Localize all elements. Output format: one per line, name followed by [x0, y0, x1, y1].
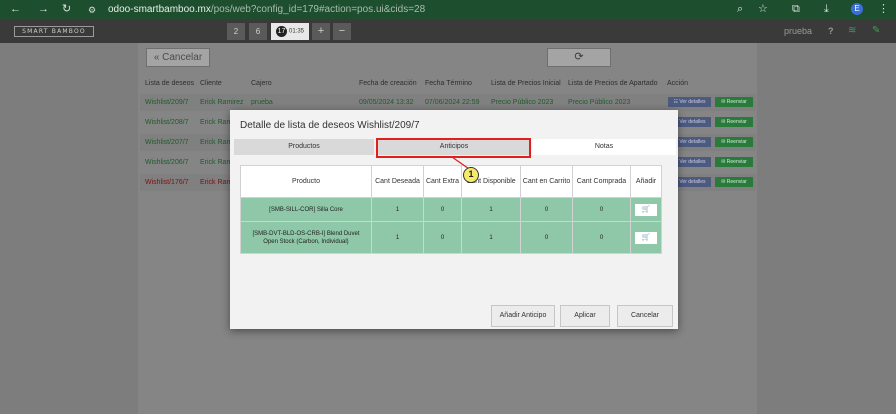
remove-order-button[interactable]: − [333, 23, 351, 40]
browser-toolbar: ← → ↻ ⚙ odoo-smartbamboo.mx/pos/web?conf… [0, 0, 896, 20]
back-arrow-icon[interactable]: ← [10, 3, 21, 16]
refresh-button[interactable]: ⟳ [547, 48, 611, 67]
qty-available: 1 [461, 221, 521, 254]
dialog-title: Detalle de lista de deseos Wishlist/209/… [240, 120, 420, 131]
col-wanted: Cant Deseada [371, 165, 424, 198]
order-time: 01:35 [288, 28, 304, 35]
row-client: Erick Ramirez [200, 99, 244, 106]
order-tab-6[interactable]: 6 [249, 23, 267, 40]
dialog-footer: Añadir Anticipo Aplicar Cancelar [230, 296, 678, 329]
header-client: Cliente [200, 80, 222, 87]
resend-button[interactable]: ✉ Reenviar [715, 97, 753, 107]
row-end: 07/06/2024 22:59 [425, 99, 480, 106]
qty-wanted: 1 [371, 197, 424, 222]
cancel-button[interactable]: Cancelar [617, 305, 673, 327]
row-wishlist: Wishlist/206/7 [145, 159, 189, 166]
help-button[interactable]: ? [828, 26, 834, 36]
qty-available: 1 [461, 197, 521, 222]
header-pricelist-initial: Lista de Precios Inicial [491, 80, 561, 87]
wifi-icon: ≋ [848, 25, 857, 36]
row-client: Erick Ram [200, 179, 233, 186]
add-to-cart-button[interactable]: 🛒 [635, 203, 657, 216]
tab-productos[interactable]: Productos [234, 139, 374, 155]
url-path: /pos/web?config_id=179#action=pos.ui&cid… [210, 4, 426, 15]
wishlist-row[interactable]: Wishlist/209/7 Erick Ramirez prueba 09/0… [140, 94, 756, 111]
download-icon[interactable]: ⤓ [824, 3, 829, 16]
row-wishlist: Wishlist/208/7 [145, 119, 189, 126]
cancel-back-button[interactable]: « Cancelar [146, 48, 210, 67]
header-end: Fecha Término [425, 80, 472, 87]
order-tab-17[interactable]: 17 01:35 [271, 23, 309, 40]
pos-header: SMART BAMBOO 2 6 17 01:35 + − prueba ? ≋ … [0, 20, 896, 43]
forward-arrow-icon[interactable]: → [38, 3, 49, 16]
resend-button[interactable]: ✉ Reenviar [715, 137, 753, 147]
cart-icon: 🛒 [641, 205, 651, 213]
product-name: [SMB-DVT-BLD-OS-CRB-I] Blend Duvet Open … [240, 221, 372, 254]
qty-bought: 0 [572, 221, 631, 254]
header-created: Fecha de creación [359, 80, 417, 87]
bookmark-star-icon[interactable]: ☆ [758, 3, 768, 16]
col-add: Añadir [630, 165, 662, 198]
row-cashier: prueba [251, 99, 273, 106]
apply-button[interactable]: Aplicar [560, 305, 610, 327]
qty-in-cart: 0 [520, 197, 573, 222]
row-created: 09/05/2024 13:32 [359, 99, 414, 106]
qty-wanted: 1 [371, 221, 424, 254]
resend-button[interactable]: ✉ Reenviar [715, 177, 753, 187]
table-row: [SMB-SILL-COR] Silla Core 1 0 1 0 0 🛒 [240, 197, 662, 222]
order-tab-2[interactable]: 2 [227, 23, 245, 40]
qty-extra: 0 [423, 221, 462, 254]
profile-avatar[interactable]: E [851, 3, 863, 15]
row-pricelist-layaway: Precio Público 2023 [568, 99, 631, 106]
add-order-button[interactable]: + [312, 23, 330, 40]
view-details-button[interactable]: ☷ Ver detalles [668, 97, 711, 107]
header-action: Acción [667, 80, 689, 87]
row-wishlist: Wishlist/207/7 [145, 139, 189, 146]
row-wishlist: Wishlist/209/7 [145, 99, 189, 106]
row-client: Erick Ram [200, 159, 233, 166]
table-row: [SMB-DVT-BLD-OS-CRB-I] Blend Duvet Open … [240, 221, 662, 254]
resend-button[interactable]: ✉ Reenviar [715, 157, 753, 167]
col-product: Producto [240, 165, 372, 198]
extensions-icon[interactable]: ⧉ [792, 3, 800, 16]
address-bar[interactable]: odoo-smartbamboo.mx/pos/web?config_id=17… [108, 4, 425, 15]
products-table-container: Producto Cant Deseada Cant Extra Cant Di… [240, 165, 662, 254]
order-number: 17 [275, 26, 287, 38]
header-wishlist: Lista de deseos [145, 80, 195, 87]
site-settings-icon[interactable]: ⚙ [88, 4, 96, 17]
row-client: Erick Ram [200, 119, 233, 126]
sync-icon: ✎ [872, 25, 881, 36]
cart-icon: 🛒 [641, 233, 651, 241]
product-name: [SMB-SILL-COR] Silla Core [240, 197, 372, 222]
add-cell: 🛒 [630, 221, 662, 254]
qty-bought: 0 [572, 197, 631, 222]
row-client: Erick Ram [200, 139, 233, 146]
add-to-cart-button[interactable]: 🛒 [635, 231, 657, 244]
user-name[interactable]: prueba [784, 26, 812, 36]
products-table: Producto Cant Deseada Cant Extra Cant Di… [240, 165, 662, 254]
reload-icon[interactable]: ↻ [62, 3, 71, 16]
add-advance-button[interactable]: Añadir Anticipo [491, 305, 555, 327]
col-bought: Cant Comprada [572, 165, 631, 198]
header-cashier: Cajero [251, 80, 272, 87]
step-callout: 1 [463, 167, 479, 183]
menu-dots-icon[interactable]: ⋮ [878, 3, 889, 16]
tab-notas[interactable]: Notas [532, 139, 676, 155]
row-pricelist-initial: Precio Público 2023 [491, 99, 554, 106]
brand-logo: SMART BAMBOO [14, 26, 94, 37]
zoom-icon[interactable]: ⌕ [737, 3, 743, 16]
resend-button[interactable]: ✉ Reenviar [715, 117, 753, 127]
header-pricelist-layaway: Lista de Precios de Apartado [568, 80, 658, 87]
col-in-cart: Cant en Carrito [520, 165, 573, 198]
qty-in-cart: 0 [520, 221, 573, 254]
add-cell: 🛒 [630, 197, 662, 222]
refresh-icon: ⟳ [574, 51, 584, 63]
qty-extra: 0 [423, 197, 462, 222]
row-wishlist: Wishlist/176/7 [145, 179, 189, 186]
url-domain: odoo-smartbamboo.mx [108, 4, 211, 15]
